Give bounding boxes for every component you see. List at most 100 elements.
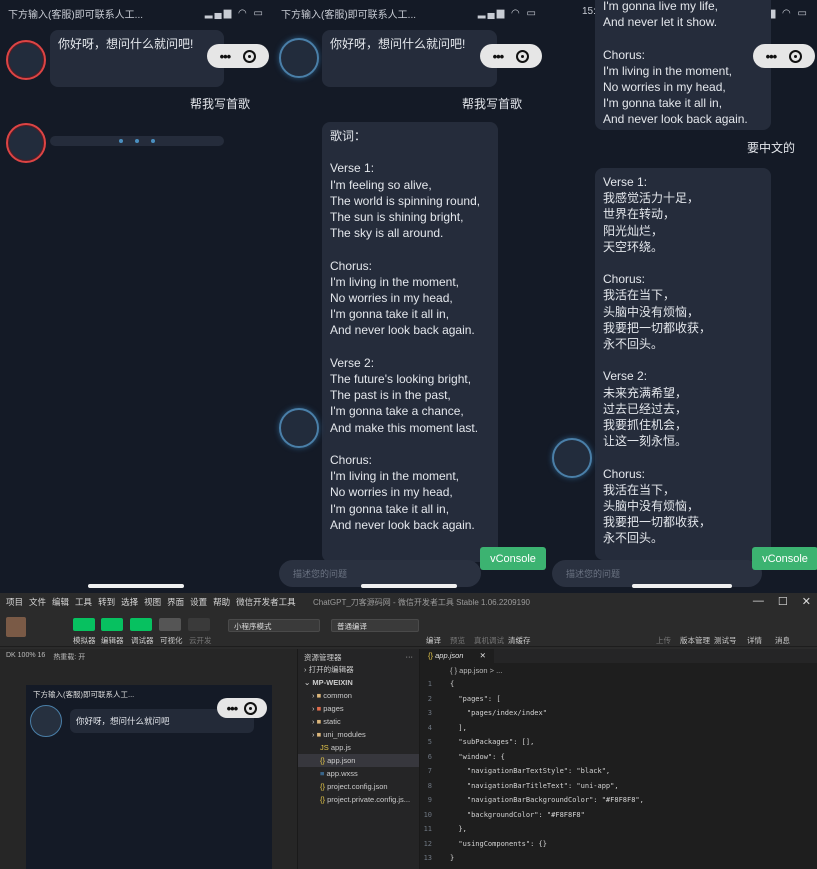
- phone-screen-2: 下方输入(客服)即可联系人工... ▂▄▆ ◠ ▭ 你好呀，想问什么就问吧! •…: [273, 0, 546, 593]
- menu-item[interactable]: 编辑: [52, 596, 69, 608]
- compile-dropdown[interactable]: 普通编译: [331, 619, 419, 632]
- test-account-button[interactable]: 测试号: [714, 635, 737, 646]
- code-text: "backgroundColor": "#F8F8F8": [450, 810, 585, 819]
- editor-toggle[interactable]: [101, 618, 123, 631]
- tree-item-label: project.private.config.js...: [327, 795, 411, 804]
- toolbar-label: 编辑器: [101, 636, 124, 645]
- tree-item[interactable]: {} project.private.config.js...: [298, 793, 419, 806]
- more-icon[interactable]: •••: [766, 49, 778, 64]
- user-message: 帮我写首歌: [462, 97, 523, 111]
- bot-avatar: [6, 40, 46, 80]
- status-icons: ▂▄▆ ◠ ▭: [477, 8, 538, 19]
- capsule-menu[interactable]: •••: [753, 44, 815, 68]
- clear-cache-button[interactable]: 清缓存: [508, 635, 531, 646]
- folder-icon: ■: [316, 691, 322, 700]
- tree-item-label: app.json: [327, 756, 356, 765]
- zoom-selector[interactable]: DK 100% 16: [6, 652, 45, 660]
- more-icon[interactable]: •••: [493, 49, 505, 64]
- tree-item[interactable]: › ■ pages: [298, 702, 419, 715]
- wxss-file-icon: ≡: [320, 769, 325, 778]
- vconsole-button[interactable]: vConsole: [752, 547, 817, 570]
- menu-item[interactable]: 转到: [98, 596, 115, 608]
- compile-button[interactable]: 编译: [426, 635, 441, 646]
- maximize-icon[interactable]: ☐: [778, 595, 788, 608]
- close-icon[interactable]: ✕: [802, 595, 811, 608]
- js-file-icon: JS: [320, 743, 329, 752]
- window-title: ChatGPT_刀客源码网 - 微信开发者工具 Stable 1.06.2209…: [313, 598, 530, 607]
- close-tab-icon[interactable]: ✕: [480, 651, 486, 660]
- editor-tabs: {} app.json ✕: [420, 649, 817, 663]
- menu-item[interactable]: 设置: [190, 596, 207, 608]
- code-lines[interactable]: 1{ 2 "pages": [ 3 "pages/index/index" 4 …: [420, 677, 817, 866]
- debugger-toggle[interactable]: [130, 618, 152, 631]
- json-file-icon: {}: [320, 756, 326, 765]
- lyrics-bubble-zh: Verse 1: 我感觉活力十足， 世界在转动， 阳光灿烂， 天空环绕。 Cho…: [595, 168, 771, 560]
- minimize-icon[interactable]: —: [753, 595, 764, 608]
- code-text: "pages/index/index": [450, 709, 547, 717]
- more-icon[interactable]: •••: [220, 49, 232, 64]
- tree-item[interactable]: › ■ uni_modules: [298, 728, 419, 741]
- version-button[interactable]: 版本管理: [680, 635, 710, 646]
- phone-screen-3: 15:12 ▂▄▆ ◠ ▭ I'm gonna live my life, An…: [546, 0, 817, 593]
- preview-button[interactable]: 预览: [450, 635, 465, 646]
- tree-item[interactable]: JS app.js: [298, 741, 419, 754]
- close-circle-icon[interactable]: [243, 49, 257, 63]
- visual-toggle[interactable]: [159, 618, 181, 631]
- status-icons: ▂▄▆ ◠ ▭: [204, 8, 265, 19]
- menu-item[interactable]: 微信开发者工具: [236, 596, 296, 608]
- tree-item-label: pages: [323, 704, 344, 713]
- project-root[interactable]: ⌄ MP-WEIXIN: [298, 676, 419, 689]
- menu-item[interactable]: 工具: [75, 596, 92, 608]
- close-circle-icon[interactable]: [244, 701, 258, 715]
- home-indicator: [88, 584, 184, 588]
- code-text: },: [450, 825, 467, 833]
- capsule-menu[interactable]: •••: [207, 44, 269, 68]
- tree-item[interactable]: ≡ app.wxss: [298, 767, 419, 780]
- menu-item[interactable]: 视图: [144, 596, 161, 608]
- code-line: 8 "navigationBarTitleText": "uni-app",: [420, 779, 817, 794]
- details-button[interactable]: 详情: [747, 635, 762, 646]
- menu-item[interactable]: 文件: [29, 596, 46, 608]
- capsule-menu[interactable]: •••: [480, 44, 542, 68]
- bot-avatar: [552, 438, 592, 478]
- more-icon[interactable]: •••: [227, 701, 239, 716]
- vconsole-button[interactable]: vConsole: [480, 547, 546, 570]
- menu-item[interactable]: 帮助: [213, 596, 230, 608]
- cloud-toggle[interactable]: [188, 618, 210, 631]
- section-label: MP-WEIXIN: [312, 678, 353, 687]
- tree-item[interactable]: {} project.config.json: [298, 780, 419, 793]
- user-message: 帮我写首歌: [190, 97, 251, 111]
- device-debug-button[interactable]: 真机调试: [474, 635, 504, 646]
- code-editor: {} app.json ✕ { } app.json > ... 1{ 2 "p…: [420, 649, 817, 869]
- tree-item-selected[interactable]: {} app.json: [298, 754, 419, 767]
- menu-item[interactable]: 项目: [6, 596, 23, 608]
- hot-reload-toggle[interactable]: 热重载: 开: [53, 652, 85, 661]
- simulator-toggle[interactable]: [73, 618, 95, 631]
- tree-item-label: common: [323, 691, 352, 700]
- close-circle-icon[interactable]: [789, 49, 803, 63]
- home-indicator: [361, 584, 457, 588]
- sim-capsule-menu[interactable]: •••: [217, 698, 267, 718]
- simulator-header: DK 100% 16 热重载: 开: [0, 649, 297, 663]
- open-editors-section[interactable]: › 打开的编辑器: [298, 663, 419, 676]
- tree-item[interactable]: › ■ common: [298, 689, 419, 702]
- code-line: 12 "usingComponents": {}: [420, 837, 817, 852]
- more-icon[interactable]: ···: [406, 652, 414, 661]
- messages-button[interactable]: 消息: [775, 635, 790, 646]
- upload-button[interactable]: 上传: [656, 635, 671, 646]
- project-avatar[interactable]: [6, 617, 26, 637]
- close-circle-icon[interactable]: [516, 49, 530, 63]
- code-line: 3 "pages/index/index": [420, 706, 817, 721]
- menu-item[interactable]: 选择: [121, 596, 138, 608]
- toolbar-label: 模拟器: [73, 636, 96, 645]
- toolbar-label: 可视化: [160, 636, 183, 645]
- code-line: 9 "navigationBarBackgroundColor": "#F8F8…: [420, 793, 817, 808]
- mode-dropdown[interactable]: 小程序模式: [228, 619, 320, 632]
- question-input[interactable]: 描述您的问题: [552, 560, 762, 587]
- question-input[interactable]: 描述您的问题: [279, 560, 481, 587]
- tree-item[interactable]: › ■ static: [298, 715, 419, 728]
- editor-tab[interactable]: {} app.json ✕: [420, 649, 494, 663]
- code-text: }: [450, 854, 455, 862]
- menu-item[interactable]: 界面: [167, 596, 184, 608]
- json-file-icon: {}: [320, 782, 326, 791]
